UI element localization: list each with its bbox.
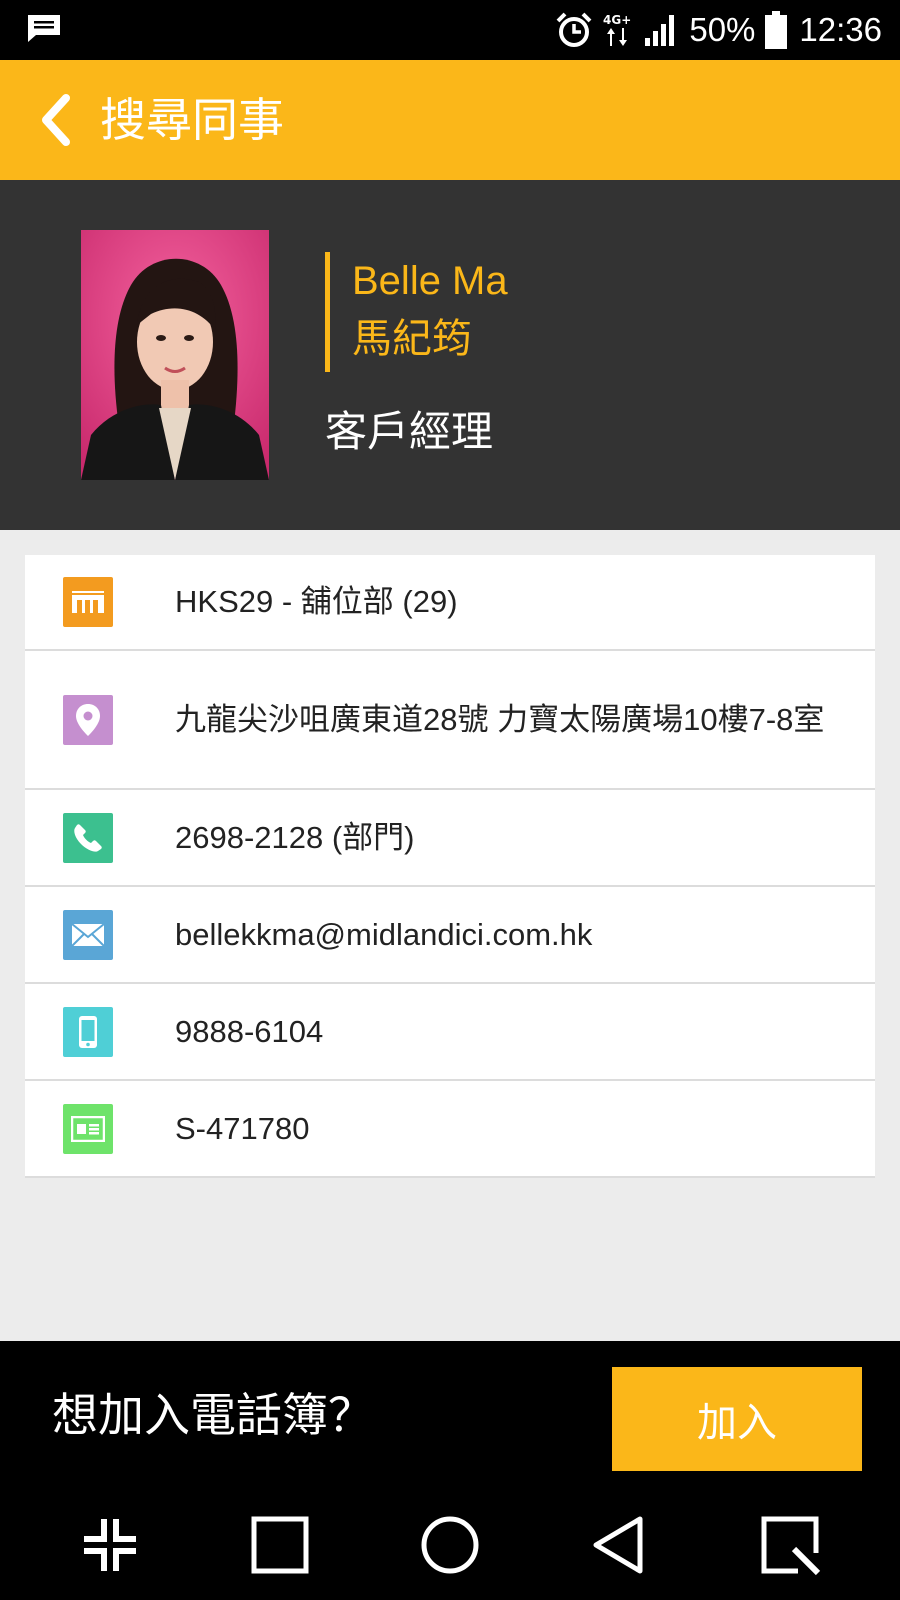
department-text: HKS29 - 舖位部 (29) [175, 584, 458, 619]
address-row[interactable]: 九龍尖沙咀廣東道28號 力寶太陽廣場10樓7-8室 [25, 651, 875, 790]
profile-header: Belle Ma 馬紀筠 客戶經理 [0, 180, 900, 530]
svg-text:4G+: 4G+ [603, 13, 631, 27]
email-text: bellekkma@midlandici.com.hk [175, 916, 593, 952]
name-chinese: 馬紀筠 [352, 316, 472, 362]
address-text: 九龍尖沙咀廣東道28號 力寶太陽廣場10樓7-8室 [175, 701, 825, 737]
network-4g-icon: 4G+ [603, 13, 632, 46]
office-phone-row[interactable]: 2698-2128 (部門) [25, 790, 875, 887]
staff-id-row[interactable]: S-471780 [25, 1081, 875, 1178]
signal-icon [645, 15, 675, 46]
recents-square-icon[interactable] [248, 1513, 312, 1577]
page-title: 搜尋同事 [100, 93, 284, 147]
email-row[interactable]: bellekkma@midlandici.com.hk [25, 887, 875, 984]
office-phone-text: 2698-2128 (部門) [175, 819, 415, 855]
add-contact-bar: 想加入電話簿？ 加入 [0, 1341, 900, 1489]
phone-icon [63, 812, 113, 863]
mobile-row[interactable]: 9888-6104 [25, 984, 875, 1081]
chevron-left-icon[interactable] [34, 90, 76, 150]
mobile-phone-icon [63, 1006, 113, 1057]
id-card-icon [63, 1103, 113, 1154]
alarm-icon [556, 12, 592, 47]
battery-percent: 50% [689, 11, 756, 48]
app-bar: 搜尋同事 [0, 60, 900, 180]
profile-photo [81, 230, 269, 480]
system-navigation-bar [0, 1489, 900, 1600]
back-triangle-icon[interactable] [588, 1513, 652, 1577]
staff-id-text: S-471780 [175, 1110, 310, 1146]
name-block: Belle Ma 馬紀筠 [325, 252, 508, 372]
mobile-text: 9888-6104 [175, 1013, 324, 1049]
mail-icon [63, 909, 113, 960]
home-circle-icon[interactable] [418, 1513, 482, 1577]
department-row[interactable]: HKS29 - 舖位部 (29) [25, 555, 875, 651]
collapse-icon[interactable] [78, 1513, 142, 1577]
contact-info-list: HKS29 - 舖位部 (29) 九龍尖沙咀廣東道28號 力寶太陽廣場10樓7-… [25, 555, 875, 1178]
company-logo-icon [63, 577, 113, 627]
battery-icon [765, 11, 788, 49]
screenshot-icon[interactable] [758, 1513, 822, 1577]
status-bar: 4G+ 50% 12:36 [0, 0, 900, 60]
add-contact-button[interactable]: 加入 [612, 1367, 862, 1471]
clock: 12:36 [799, 11, 882, 48]
location-pin-icon [63, 694, 113, 745]
job-title: 客戶經理 [325, 407, 494, 456]
add-contact-prompt: 想加入電話簿？ [52, 1388, 374, 1442]
name-english: Belle Ma [352, 259, 508, 303]
message-icon [28, 15, 60, 42]
